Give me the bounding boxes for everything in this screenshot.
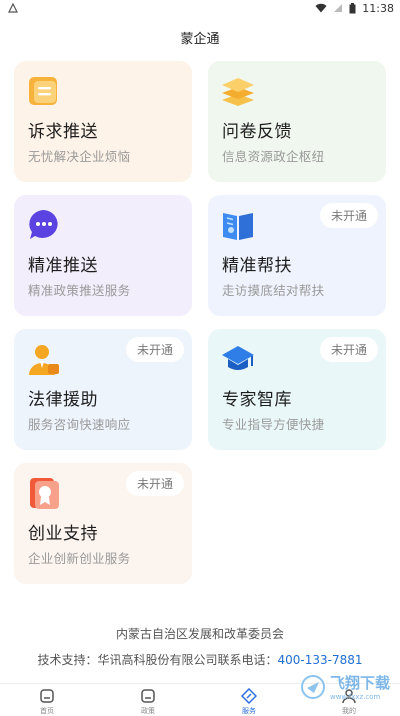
card-appeal-push[interactable]: 诉求推送 无忧解决企业烦恼 [14, 61, 192, 182]
footer-support: 技术支持：华讯高科股份有限公司联系电话：400-133-7881 [0, 651, 400, 668]
document-icon [29, 77, 57, 105]
card-title: 精准帮扶 [222, 256, 292, 276]
book-icon [223, 213, 253, 240]
chat-bubble-icon [29, 210, 58, 239]
tab-label: 政策 [141, 707, 155, 715]
card-startup-support[interactable]: 未开通 创业支持 企业创新创业服务 [14, 463, 192, 584]
not-enabled-badge: 未开通 [125, 471, 184, 496]
not-enabled-badge: 未开通 [319, 203, 378, 228]
graduation-cap-icon [222, 346, 254, 370]
certificate-icon [30, 478, 59, 509]
card-subtitle: 无忧解决企业烦恼 [28, 149, 131, 164]
card-title: 精准推送 [28, 256, 98, 276]
watermark-url: www.fxxz.com [329, 693, 381, 701]
card-precise-push[interactable]: 精准推送 精准政策推送服务 [14, 195, 192, 316]
status-bar: 11:38 [0, 0, 400, 16]
card-legal-aid[interactable]: 未开通 法律援助 服务咨询快速响应 [14, 329, 192, 450]
lawyer-person-icon [29, 345, 59, 375]
card-title: 诉求推送 [28, 122, 98, 142]
tab-home[interactable]: 首页 [17, 688, 77, 716]
card-subtitle: 信息资源政企枢纽 [222, 149, 325, 164]
not-enabled-badge: 未开通 [125, 337, 184, 362]
card-precise-assistance[interactable]: 未开通 精准帮扶 走访摸底结对帮扶 [208, 195, 386, 316]
watermark-text: 飞翔下载 [329, 674, 390, 692]
app-header: 蒙企通 [0, 22, 400, 52]
watermark-logo-icon [300, 674, 325, 699]
home-icon [40, 689, 54, 703]
tab-service[interactable]: 服务 [219, 688, 279, 716]
watermark: 飞翔下载 www.fxxz.com [300, 672, 390, 701]
card-title: 创业支持 [28, 524, 98, 544]
policy-icon [141, 689, 155, 703]
signal-icon [334, 4, 343, 12]
tab-label: 服务 [242, 707, 256, 715]
card-subtitle: 专业指导方便快捷 [222, 417, 325, 432]
status-left [8, 3, 18, 13]
support-prefix: 技术支持：华讯高科股份有限公司联系电话： [37, 653, 278, 667]
card-subtitle: 企业创新创业服务 [28, 551, 131, 566]
footer-organization: 内蒙古自治区发展和改革委员会 [115, 627, 284, 641]
card-subtitle: 精准政策推送服务 [28, 283, 131, 298]
android-notification-icon [8, 3, 18, 13]
card-survey-feedback[interactable]: 问卷反馈 信息资源政企枢纽 [208, 61, 386, 182]
page-title: 蒙企通 [180, 31, 220, 47]
card-title: 法律援助 [28, 390, 98, 410]
service-compass-icon [241, 688, 257, 704]
card-title: 专家智库 [222, 390, 292, 410]
stack-layers-icon [222, 78, 254, 106]
wifi-icon [315, 3, 327, 13]
card-subtitle: 走访摸底结对帮扶 [222, 283, 325, 298]
card-subtitle: 服务咨询快速响应 [28, 417, 131, 432]
card-title: 问卷反馈 [222, 122, 292, 142]
tab-label: 我的 [342, 707, 356, 715]
not-enabled-badge: 未开通 [319, 337, 378, 362]
phone-link[interactable]: 400-133-7881 [278, 653, 363, 667]
battery-icon [349, 2, 356, 13]
card-expert-think-tank[interactable]: 未开通 专家智库 专业指导方便快捷 [208, 329, 386, 450]
status-right: 11:38 [315, 2, 394, 15]
status-time: 11:38 [362, 1, 394, 15]
tab-label: 首页 [40, 707, 54, 715]
tab-policy[interactable]: 政策 [118, 688, 178, 716]
